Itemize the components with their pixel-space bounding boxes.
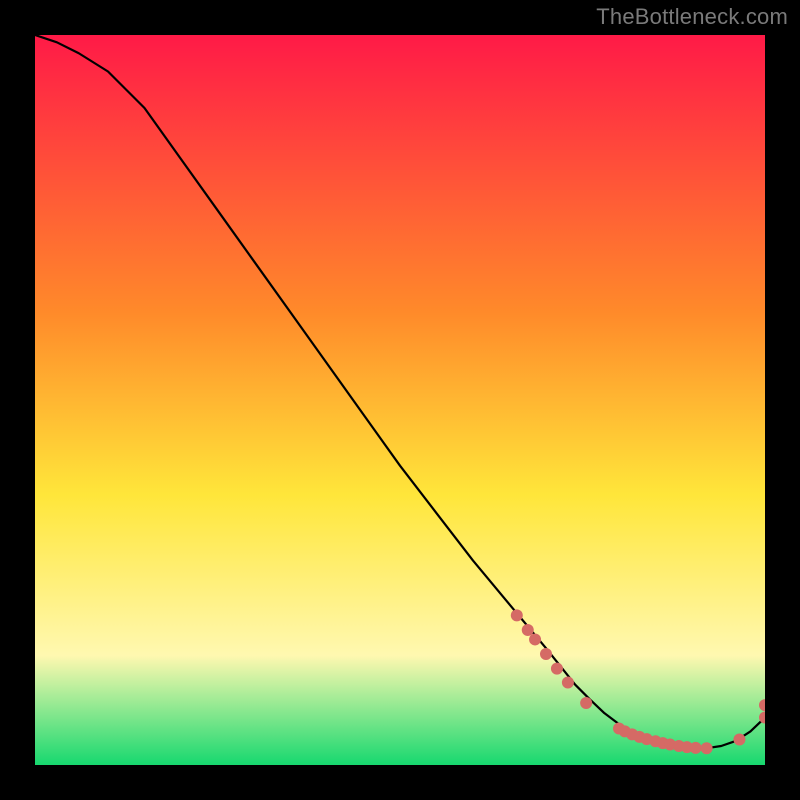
data-marker xyxy=(529,633,541,645)
data-marker xyxy=(562,677,574,689)
data-marker xyxy=(551,663,563,675)
data-marker xyxy=(690,742,702,754)
plot-area xyxy=(35,35,765,765)
data-marker xyxy=(511,609,523,621)
data-marker xyxy=(580,697,592,709)
data-marker xyxy=(701,742,713,754)
data-marker xyxy=(522,624,534,636)
chart-svg xyxy=(35,35,765,765)
watermark-text: TheBottleneck.com xyxy=(596,4,788,30)
data-marker xyxy=(540,648,552,660)
chart-frame: TheBottleneck.com xyxy=(0,0,800,800)
gradient-background xyxy=(35,35,765,765)
data-marker xyxy=(733,733,745,745)
